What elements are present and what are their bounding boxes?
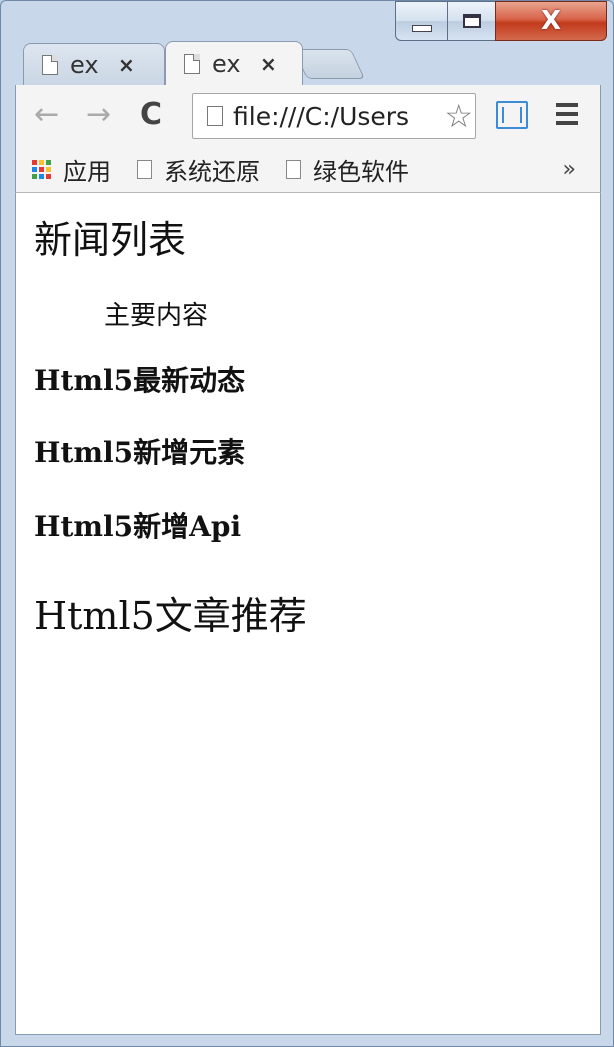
maximize-button[interactable] bbox=[447, 1, 495, 41]
main-content-label: 主要内容 bbox=[104, 301, 209, 331]
page-icon bbox=[184, 53, 200, 74]
page-icon bbox=[207, 106, 223, 126]
page-content: 新闻列表 主要内容 Html5最新动态 Html5新增元素 Html5新增Api… bbox=[15, 193, 601, 1035]
browser-toolbar: ← → C file:///C:/Users ☆ bbox=[15, 85, 601, 147]
tab-title: ex bbox=[70, 50, 99, 79]
page-icon bbox=[42, 54, 58, 75]
address-bar[interactable]: file:///C:/Users ☆ bbox=[192, 93, 476, 139]
bookmark-label: 系统还原 bbox=[164, 158, 260, 186]
minimize-icon bbox=[411, 24, 432, 32]
tab-strip: ex × ex × bbox=[15, 39, 605, 85]
news-item: Html5新增Api bbox=[34, 510, 242, 543]
apps-grid-dot bbox=[46, 160, 51, 165]
apps-grid-dot bbox=[46, 167, 51, 172]
close-icon: X bbox=[540, 6, 562, 36]
tab-close-icon[interactable]: × bbox=[260, 52, 277, 76]
apps-grid-dot bbox=[32, 160, 37, 165]
tab-title: ex bbox=[212, 49, 241, 78]
reload-icon[interactable]: C bbox=[140, 97, 162, 133]
caption-buttons: X bbox=[395, 1, 607, 43]
bookmark-label: 应用 bbox=[63, 158, 111, 186]
cast-icon[interactable] bbox=[496, 101, 528, 129]
apps-grid-dot bbox=[32, 167, 37, 172]
page-icon bbox=[286, 160, 301, 179]
recommend-heading: Html5文章推荐 bbox=[34, 594, 307, 638]
forward-icon[interactable]: → bbox=[86, 97, 111, 133]
bookmark-item[interactable]: 绿色软件 bbox=[286, 152, 409, 187]
bookmark-label: 绿色软件 bbox=[313, 158, 409, 186]
page-icon bbox=[137, 160, 152, 179]
apps-grid-dot bbox=[46, 174, 51, 179]
news-item: Html5新增元素 bbox=[34, 436, 246, 469]
more-bookmarks-icon[interactable]: » bbox=[563, 157, 576, 182]
minimize-button[interactable] bbox=[395, 1, 447, 41]
apps-grid-dot bbox=[39, 174, 44, 179]
bookmarks-bar: 应用 系统还原 绿色软件 » bbox=[15, 147, 601, 193]
back-icon[interactable]: ← bbox=[34, 97, 59, 133]
tab-close-icon[interactable]: × bbox=[118, 53, 135, 77]
bookmark-item[interactable]: 系统还原 bbox=[137, 152, 260, 187]
apps-grid-dot bbox=[32, 174, 37, 179]
tab-2-active[interactable]: ex × bbox=[165, 41, 303, 85]
url-text[interactable]: file:///C:/Users bbox=[233, 102, 409, 131]
bookmark-star-icon[interactable]: ☆ bbox=[444, 98, 473, 134]
close-window-button[interactable]: X bbox=[495, 1, 607, 41]
page-title: 新闻列表 bbox=[34, 218, 187, 262]
news-item: Html5最新动态 bbox=[34, 364, 246, 397]
apps-icon[interactable] bbox=[32, 160, 51, 179]
tab-1[interactable]: ex × bbox=[23, 43, 165, 85]
menu-icon[interactable] bbox=[556, 103, 578, 130]
new-tab-button[interactable] bbox=[293, 49, 365, 79]
bookmark-apps[interactable]: 应用 bbox=[63, 152, 111, 187]
maximize-icon bbox=[462, 14, 481, 28]
apps-grid-dot bbox=[39, 160, 44, 165]
browser-window: X ex × ex × ← → C file:///C:/Users ☆ 应用 … bbox=[0, 0, 614, 1047]
apps-grid-dot bbox=[39, 167, 44, 172]
